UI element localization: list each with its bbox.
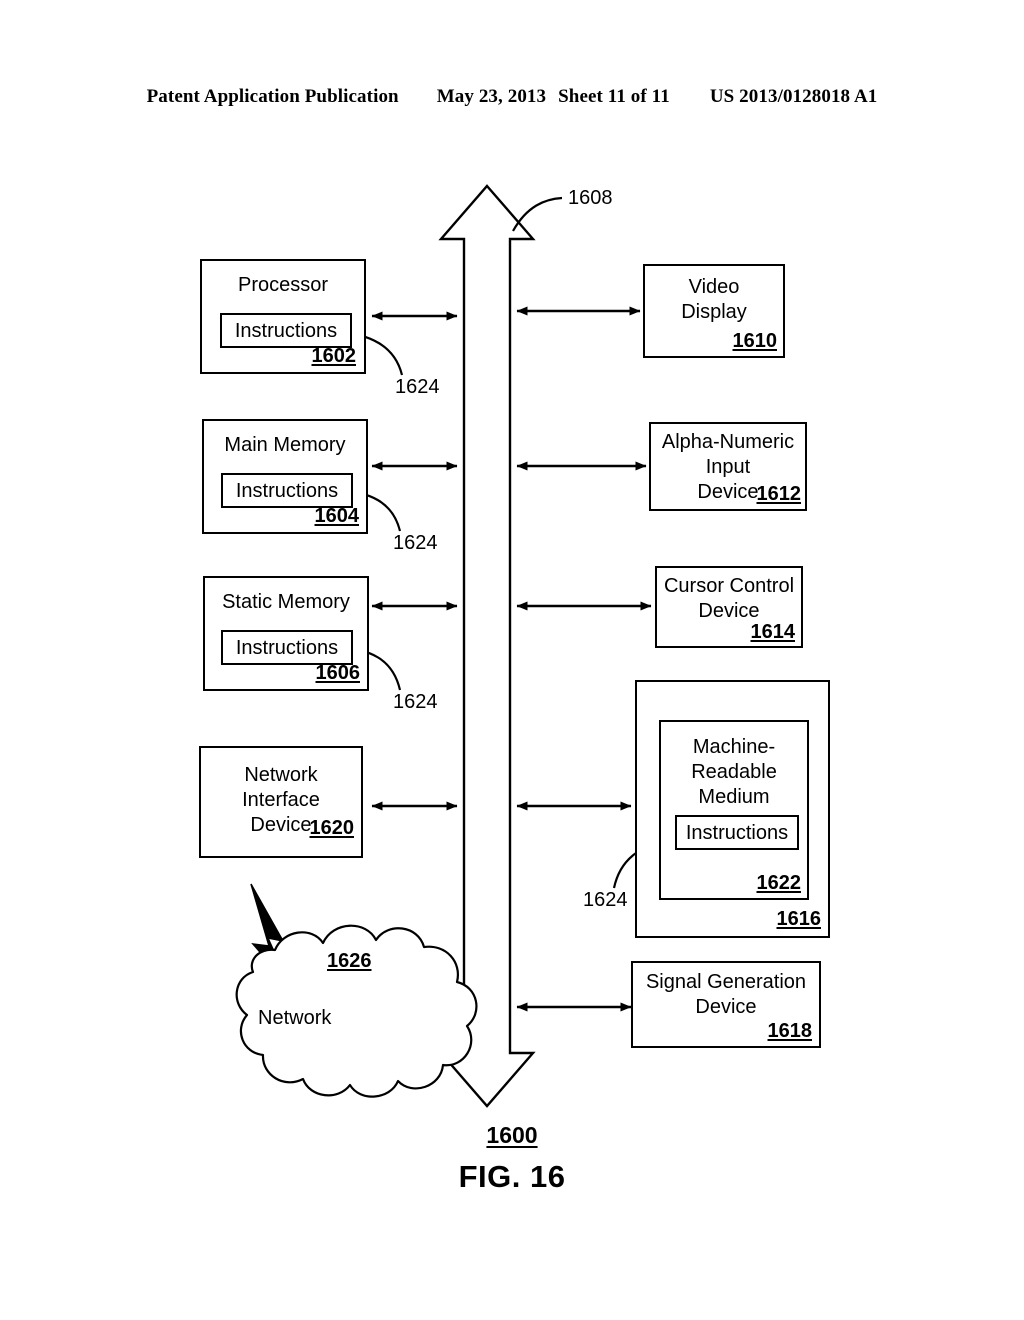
figure-system-ref: 1600 bbox=[486, 1122, 538, 1148]
video-display-ref: 1610 bbox=[732, 330, 778, 352]
signal-generation-line2: Device bbox=[695, 996, 757, 1018]
leader-lines-1624 bbox=[329, 329, 667, 889]
machine-readable-medium-box: Machine- Readable Medium Instructions 16… bbox=[659, 720, 809, 900]
header-publication: Patent Application Publication bbox=[146, 86, 399, 107]
cursor-control-line1: Cursor Control bbox=[663, 575, 795, 597]
static-memory-title: Static Memory bbox=[222, 591, 350, 613]
video-display-line1: Video bbox=[688, 276, 740, 298]
signal-generation-line1: Signal Generation bbox=[645, 971, 807, 993]
alpha-numeric-input-device-box: Alpha-Numeric Input Device 1612 bbox=[649, 422, 807, 511]
header-date: May 23, 2013 bbox=[436, 86, 547, 107]
video-display-box: Video Display 1610 bbox=[643, 264, 785, 358]
alpha-numeric-ref: 1612 bbox=[756, 483, 802, 505]
machine-readable-medium-outer-box: 1616 Machine- Readable Medium Instructio… bbox=[635, 680, 830, 938]
main-memory-instructions-label: Instructions bbox=[235, 480, 339, 502]
network-cloud-label: Network bbox=[258, 1007, 332, 1029]
figure-caption: FIG. 16 bbox=[458, 1159, 566, 1194]
processor-ref: 1602 bbox=[311, 345, 357, 367]
machine-readable-outer-ref: 1616 bbox=[776, 908, 822, 930]
main-memory-box: Main Memory Instructions 1604 bbox=[202, 419, 368, 534]
main-memory-leader-ref: 1624 bbox=[393, 532, 438, 554]
static-memory-instructions-box: Instructions bbox=[221, 630, 353, 665]
video-display-line2: Display bbox=[681, 301, 747, 323]
alpha-numeric-line2: Input bbox=[705, 456, 751, 478]
main-memory-instructions-box: Instructions bbox=[221, 473, 353, 508]
machine-readable-line2: Readable bbox=[691, 761, 777, 783]
network-interface-line1: Network bbox=[244, 764, 318, 786]
machine-readable-leader-ref: 1624 bbox=[583, 889, 628, 911]
network-interface-ref: 1620 bbox=[309, 817, 355, 839]
page-header: Patent Application Publication May 23, 20… bbox=[0, 86, 1024, 108]
processor-title: Processor bbox=[237, 274, 329, 296]
machine-readable-instructions-label: Instructions bbox=[685, 822, 789, 844]
leader-system-bus bbox=[512, 196, 563, 232]
machine-readable-line1: Machine- bbox=[692, 736, 776, 758]
network-interface-line2: Interface bbox=[242, 789, 320, 811]
machine-readable-line3: Medium bbox=[698, 786, 770, 808]
static-memory-instructions-label: Instructions bbox=[235, 637, 339, 659]
signal-generation-ref: 1618 bbox=[767, 1020, 813, 1042]
main-memory-ref: 1604 bbox=[314, 505, 360, 527]
machine-readable-instructions-box: Instructions bbox=[675, 815, 799, 850]
main-memory-title: Main Memory bbox=[224, 434, 346, 456]
header-sheet: Sheet 11 of 11 bbox=[558, 86, 670, 107]
cursor-control-ref: 1614 bbox=[750, 621, 796, 643]
system-bus-arrow bbox=[438, 184, 536, 1108]
lightning-bolt-icon bbox=[250, 883, 291, 988]
processor-leader-ref: 1624 bbox=[395, 376, 440, 398]
processor-instructions-box: Instructions bbox=[220, 313, 352, 348]
network-cloud-ref: 1626 bbox=[327, 950, 372, 972]
network-interface-device-box: Network Interface Device 1620 bbox=[199, 746, 363, 858]
processor-instructions-label: Instructions bbox=[234, 320, 338, 342]
static-memory-box: Static Memory Instructions 1606 bbox=[203, 576, 369, 691]
alpha-numeric-line3: Device bbox=[697, 481, 759, 503]
header-document-number: US 2013/0128018 A1 bbox=[709, 86, 878, 107]
alpha-numeric-line1: Alpha-Numeric bbox=[661, 431, 795, 453]
cursor-control-device-box: Cursor Control Device 1614 bbox=[655, 566, 803, 648]
static-memory-ref: 1606 bbox=[315, 662, 361, 684]
static-memory-leader-ref: 1624 bbox=[393, 691, 438, 713]
signal-generation-device-box: Signal Generation Device 1618 bbox=[631, 961, 821, 1048]
processor-box: Processor Instructions 1602 bbox=[200, 259, 366, 374]
network-interface-line3: Device bbox=[250, 814, 312, 836]
machine-readable-medium-ref: 1622 bbox=[756, 872, 802, 894]
system-bus-ref: 1608 bbox=[568, 187, 613, 209]
